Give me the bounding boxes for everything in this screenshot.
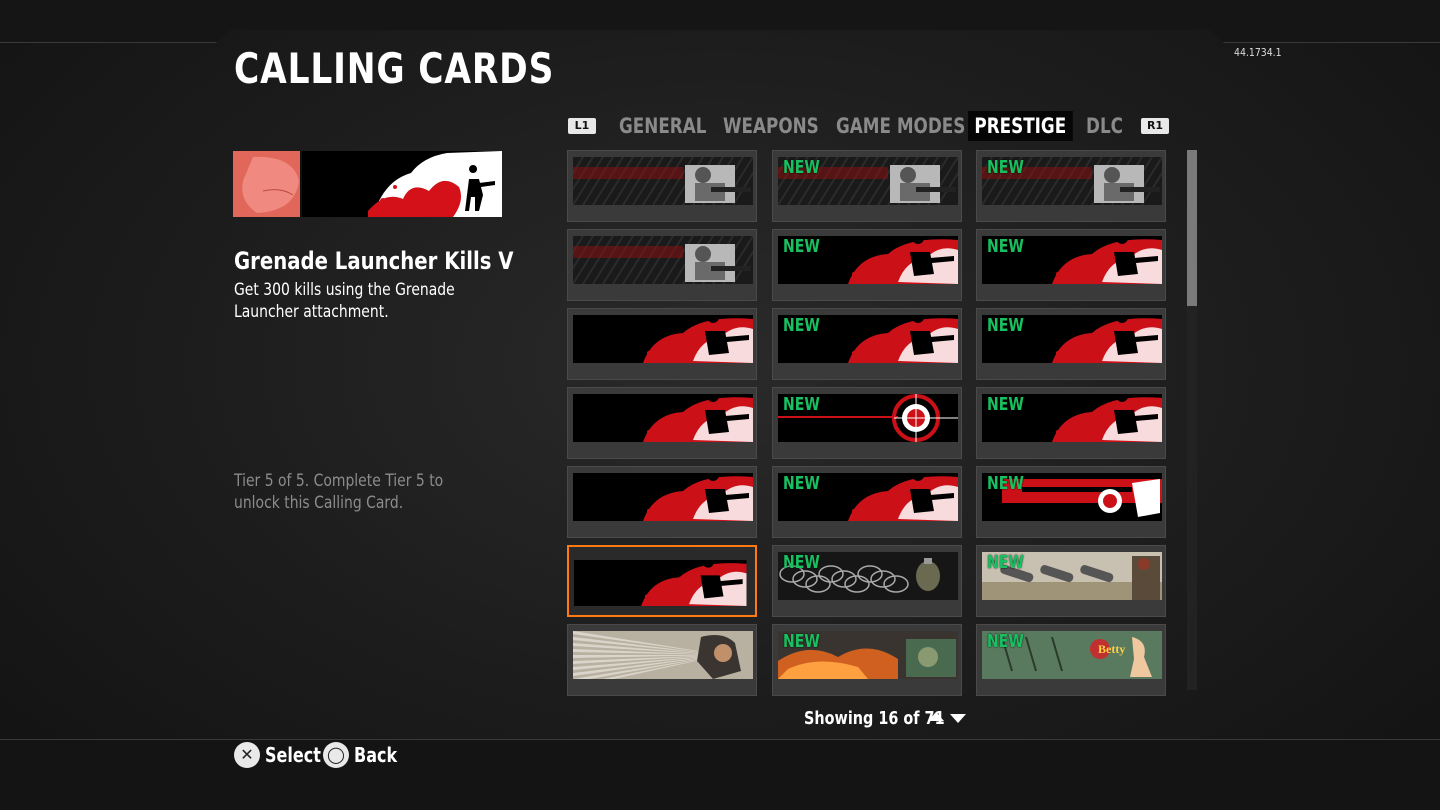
calling-card-tile[interactable]: NEW xyxy=(772,466,962,538)
calling-card-grid: NEW NEW NEW NEW NEW NEW NEW NEW NEW NEW … xyxy=(567,150,1177,698)
new-badge: NEW xyxy=(987,631,1024,652)
svg-text:Betty: Betty xyxy=(1098,642,1125,656)
calling-card-tile[interactable] xyxy=(567,624,757,696)
new-badge: NEW xyxy=(783,552,820,573)
bottom-frame xyxy=(0,739,1440,810)
calling-card-tile[interactable]: Betty NEW xyxy=(976,624,1166,696)
selected-card-preview xyxy=(233,151,502,217)
calling-card-tile[interactable] xyxy=(567,150,757,222)
unlock-status: Tier 5 of 5. Complete Tier 5 to unlock t… xyxy=(234,471,444,513)
r1-bumper-icon[interactable]: R1 xyxy=(1141,118,1169,134)
new-badge: NEW xyxy=(783,157,820,178)
back-label: Back xyxy=(354,743,398,767)
scroll-down-arrow-icon[interactable] xyxy=(950,714,966,723)
calling-card-tile[interactable] xyxy=(567,466,757,538)
calling-card-tile[interactable]: NEW xyxy=(976,466,1166,538)
cross-button-icon: ✕ xyxy=(234,742,260,768)
card-name: Grenade Launcher Kills V xyxy=(234,247,514,275)
calling-card-art xyxy=(573,473,753,521)
new-badge: NEW xyxy=(987,236,1024,257)
calling-card-tile[interactable]: NEW xyxy=(772,229,962,301)
select-label: Select xyxy=(265,743,321,767)
new-badge: NEW xyxy=(783,631,820,652)
new-badge: NEW xyxy=(783,473,820,494)
calling-card-tile[interactable]: NEW xyxy=(976,545,1166,617)
circle-button-icon: ◯ xyxy=(323,742,349,768)
new-badge: NEW xyxy=(987,552,1024,573)
scroll-thumb[interactable] xyxy=(1187,150,1197,306)
new-badge: NEW xyxy=(987,157,1024,178)
new-badge: NEW xyxy=(987,473,1024,494)
calling-card-tile[interactable]: NEW xyxy=(976,150,1166,222)
category-tabs: L1 GENERAL WEAPONS GAME MODES PRESTIGE D… xyxy=(568,111,1169,141)
calling-card-art xyxy=(574,560,747,606)
calling-card-art xyxy=(573,236,753,284)
pagination-label: Showing 16 of 71 xyxy=(804,708,945,729)
new-badge: NEW xyxy=(783,394,820,415)
calling-card-tile[interactable]: NEW xyxy=(976,308,1166,380)
calling-card-tile[interactable]: NEW xyxy=(772,624,962,696)
calling-card-tile[interactable]: NEW xyxy=(772,545,962,617)
scroll-up-arrow-icon[interactable] xyxy=(928,712,944,721)
calling-card-tile[interactable]: NEW xyxy=(772,308,962,380)
version-label: 44.1734.1 xyxy=(1234,46,1282,59)
calling-card-tile[interactable] xyxy=(567,229,757,301)
calling-card-art xyxy=(573,631,753,679)
calling-card-art xyxy=(573,157,753,205)
calling-card-tile[interactable] xyxy=(567,545,757,617)
calling-card-tile[interactable]: NEW xyxy=(976,229,1166,301)
grid-scrollbar[interactable] xyxy=(1187,150,1197,690)
calling-card-tile[interactable]: NEW xyxy=(976,387,1166,459)
tab-dlc[interactable]: DLC xyxy=(1086,111,1123,141)
new-badge: NEW xyxy=(987,394,1024,415)
tab-game-modes[interactable]: GAME MODES xyxy=(836,111,965,141)
top-frame xyxy=(0,0,1440,43)
card-description: Get 300 kills using the Grenade Launcher… xyxy=(234,280,455,322)
calling-card-tile[interactable] xyxy=(567,308,757,380)
tab-prestige[interactable]: PRESTIGE xyxy=(968,111,1073,141)
new-badge: NEW xyxy=(783,236,820,257)
new-badge: NEW xyxy=(987,315,1024,336)
calling-card-tile[interactable] xyxy=(567,387,757,459)
calling-card-tile[interactable]: NEW xyxy=(772,387,962,459)
calling-card-art xyxy=(573,394,753,442)
calling-card-tile[interactable]: NEW xyxy=(772,150,962,222)
tab-weapons[interactable]: WEAPONS xyxy=(723,111,819,141)
tab-general[interactable]: GENERAL xyxy=(619,111,706,141)
calling-card-art xyxy=(573,315,753,363)
l1-bumper-icon[interactable]: L1 xyxy=(568,118,596,134)
new-badge: NEW xyxy=(783,315,820,336)
page-title: CALLING CARDS xyxy=(234,44,555,93)
